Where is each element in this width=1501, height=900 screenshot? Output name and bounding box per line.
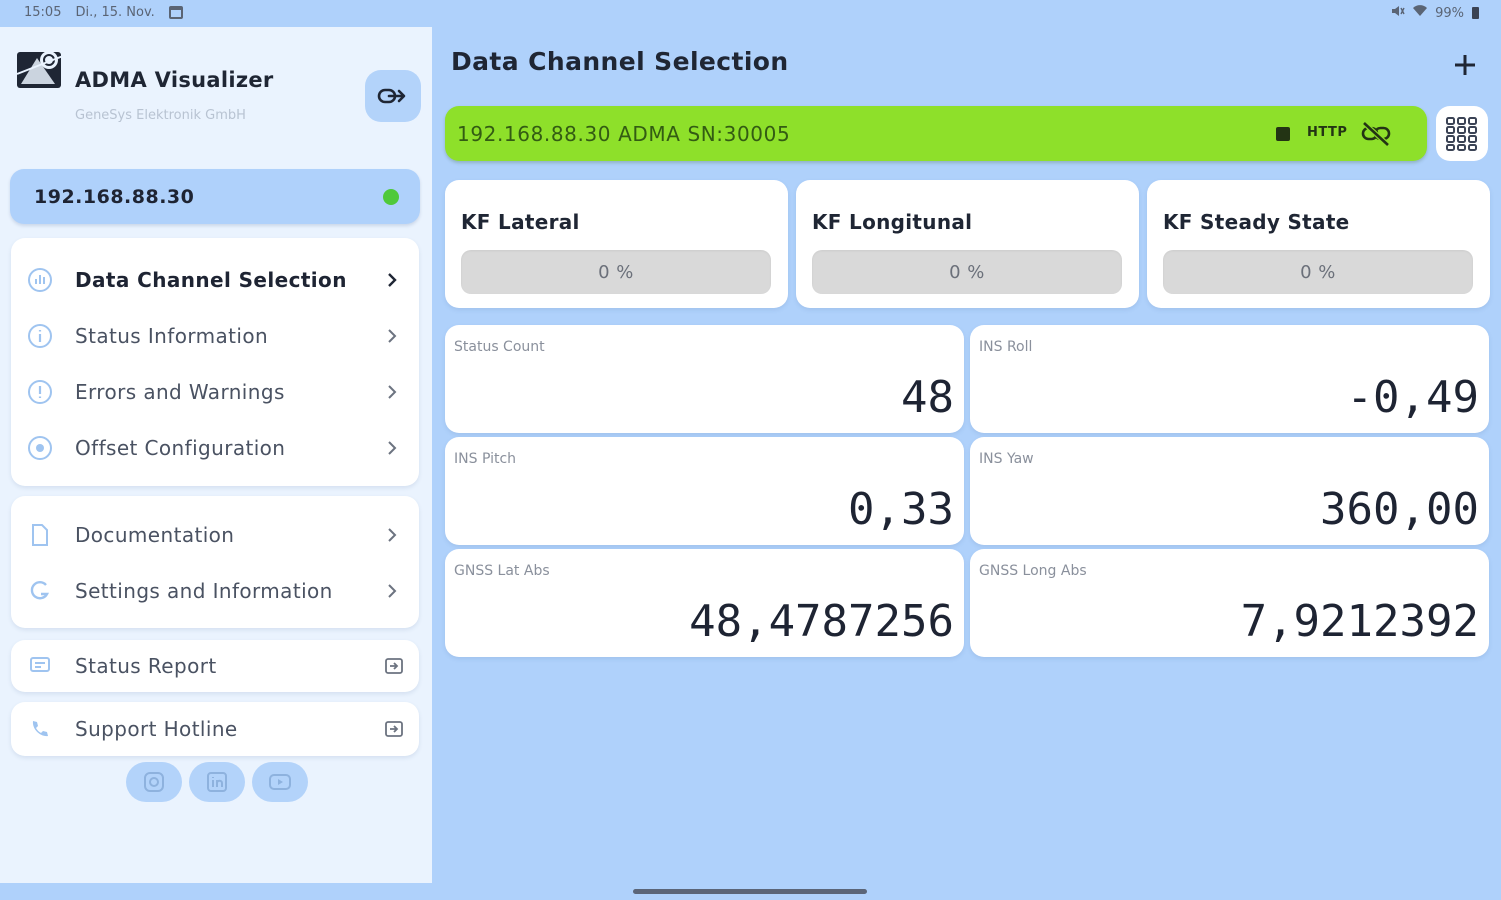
value-card-ins-pitch[interactable]: INS Pitch 0,33 bbox=[445, 437, 964, 545]
kf-value: 0 % bbox=[598, 262, 634, 283]
battery-icon bbox=[1472, 7, 1479, 19]
app-title: ADMA Visualizer bbox=[75, 68, 274, 92]
linkedin-button[interactable] bbox=[189, 762, 245, 802]
adma-logo-icon bbox=[16, 51, 64, 88]
kf-progress-bar: 0 % bbox=[461, 250, 771, 294]
chevron-right-icon bbox=[385, 382, 399, 402]
kf-label: KF Longitunal bbox=[812, 210, 973, 234]
value-label: Status Count bbox=[454, 339, 545, 355]
youtube-button[interactable] bbox=[252, 762, 308, 802]
value-number: 7,9212392 bbox=[1240, 596, 1479, 647]
settings-icon bbox=[27, 578, 53, 604]
nav-label: Data Channel Selection bbox=[75, 268, 347, 292]
instagram-icon bbox=[144, 772, 164, 792]
open-external-icon bbox=[383, 719, 405, 739]
connection-link-button[interactable] bbox=[365, 70, 421, 122]
open-external-icon bbox=[383, 656, 405, 676]
data-channel-icon bbox=[27, 267, 53, 293]
youtube-icon bbox=[269, 774, 291, 790]
stop-icon[interactable] bbox=[1276, 127, 1290, 141]
warning-icon bbox=[27, 379, 53, 405]
value-number: 48,4787256 bbox=[689, 596, 954, 647]
nav-settings-and-information[interactable]: Settings and Information bbox=[11, 568, 419, 614]
nav-label: Status Information bbox=[75, 324, 269, 348]
phone-icon bbox=[27, 716, 53, 742]
battery-percent: 99% bbox=[1435, 5, 1464, 21]
value-card-ins-yaw[interactable]: INS Yaw 360,00 bbox=[970, 437, 1489, 545]
value-label: INS Roll bbox=[979, 339, 1033, 355]
value-label: INS Yaw bbox=[979, 451, 1034, 467]
protocol-label: HTTP bbox=[1307, 125, 1348, 140]
chevron-right-icon bbox=[385, 438, 399, 458]
status-report-button[interactable]: Status Report bbox=[11, 640, 419, 692]
wifi-icon bbox=[1413, 5, 1428, 21]
grid-icon bbox=[1446, 116, 1477, 151]
offset-icon bbox=[27, 435, 53, 461]
connection-status-dot bbox=[383, 189, 399, 205]
kf-label: KF Steady State bbox=[1163, 210, 1350, 234]
kf-value: 0 % bbox=[949, 262, 985, 283]
value-label: INS Pitch bbox=[454, 451, 517, 467]
status-time: 15:05 bbox=[24, 5, 62, 20]
kf-value: 0 % bbox=[1300, 262, 1336, 283]
kf-label: KF Lateral bbox=[461, 210, 580, 234]
report-icon bbox=[27, 653, 53, 679]
support-hotline-button[interactable]: Support Hotline bbox=[11, 702, 419, 756]
support-hotline-label: Support Hotline bbox=[75, 717, 238, 741]
kf-longitunal-card: KF Longitunal 0 % bbox=[796, 180, 1139, 308]
add-button[interactable] bbox=[1448, 48, 1482, 82]
device-connection-bar[interactable]: 192.168.88.30 ADMA SN:30005 HTTP bbox=[445, 106, 1427, 161]
nav-label: Documentation bbox=[75, 523, 235, 547]
instagram-button[interactable] bbox=[126, 762, 182, 802]
value-card-status-count[interactable]: Status Count 48 bbox=[445, 325, 964, 433]
link-icon bbox=[377, 88, 406, 104]
value-number: 360,00 bbox=[1320, 484, 1479, 535]
nav-documentation[interactable]: Documentation bbox=[11, 512, 419, 558]
chevron-right-icon bbox=[385, 525, 399, 545]
nav-label: Settings and Information bbox=[75, 579, 333, 603]
value-card-gnss-long-abs[interactable]: GNSS Long Abs 7,9212392 bbox=[970, 549, 1489, 657]
status-date: Di., 15. Nov. bbox=[75, 5, 155, 20]
connection-status-pill[interactable]: 192.168.88.30 bbox=[10, 169, 420, 224]
nav-offset-configuration[interactable]: Offset Configuration bbox=[11, 425, 419, 471]
page-title: Data Channel Selection bbox=[451, 47, 789, 76]
kf-progress-bar: 0 % bbox=[812, 250, 1122, 294]
nav-status-information[interactable]: Status Information bbox=[11, 313, 419, 359]
kf-lateral-card: KF Lateral 0 % bbox=[445, 180, 788, 308]
device-connection-text: 192.168.88.30 ADMA SN:30005 bbox=[457, 122, 791, 146]
value-label: GNSS Lat Abs bbox=[454, 563, 550, 579]
nav-label: Offset Configuration bbox=[75, 436, 286, 460]
nav-label: Errors and Warnings bbox=[75, 380, 285, 404]
linkedin-icon bbox=[207, 772, 227, 792]
main-nav-card: Data Channel Selection Status Informatio… bbox=[11, 238, 419, 486]
mute-icon bbox=[1391, 5, 1405, 21]
value-card-ins-roll[interactable]: INS Roll -0,49 bbox=[970, 325, 1489, 433]
kf-steady-state-card: KF Steady State 0 % bbox=[1147, 180, 1490, 308]
unlink-icon[interactable] bbox=[1359, 121, 1393, 147]
connection-ip: 192.168.88.30 bbox=[34, 186, 195, 208]
value-card-gnss-lat-abs[interactable]: GNSS Lat Abs 48,4787256 bbox=[445, 549, 964, 657]
chevron-right-icon bbox=[385, 270, 399, 290]
status-report-label: Status Report bbox=[75, 654, 217, 678]
value-number: 0,33 bbox=[848, 484, 954, 535]
nav-data-channel-selection[interactable]: Data Channel Selection bbox=[11, 257, 419, 303]
chevron-right-icon bbox=[385, 581, 399, 601]
document-icon bbox=[27, 522, 53, 548]
value-number: -0,49 bbox=[1346, 372, 1479, 423]
plus-icon bbox=[1455, 55, 1475, 75]
kf-progress-bar: 0 % bbox=[1163, 250, 1473, 294]
nav-errors-and-warnings[interactable]: Errors and Warnings bbox=[11, 369, 419, 415]
calendar-icon bbox=[168, 6, 183, 19]
system-status-bar: 15:05 Di., 15. Nov. 99% bbox=[0, 0, 1501, 26]
app-subtitle: GeneSys Elektronik GmbH bbox=[75, 108, 246, 123]
grid-layout-button[interactable] bbox=[1436, 106, 1488, 161]
value-label: GNSS Long Abs bbox=[979, 563, 1087, 579]
secondary-nav-card: Documentation Settings and Information bbox=[11, 496, 419, 628]
chevron-right-icon bbox=[385, 326, 399, 346]
value-number: 48 bbox=[901, 372, 954, 423]
home-indicator[interactable] bbox=[633, 889, 867, 894]
info-icon bbox=[27, 323, 53, 349]
